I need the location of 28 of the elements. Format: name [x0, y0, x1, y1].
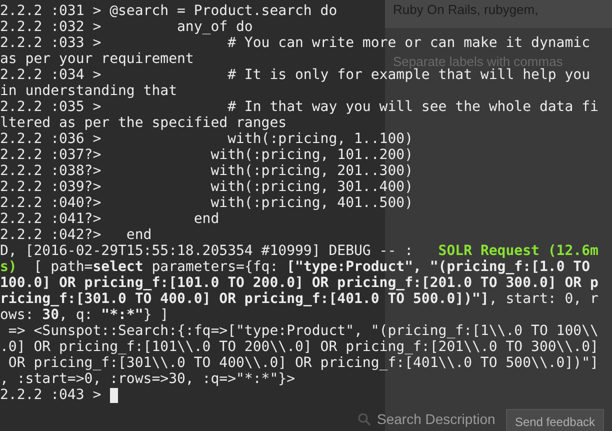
terminal-line: 2.2.2 :035 > # In that way you will see the whole data fi — [0, 99, 598, 115]
terminal-line: 2.2.2 :033 > # You can write more or can make it dynamic — [0, 35, 590, 51]
terminal-line: 2.2.2 :031 > @search = Product.search do — [0, 3, 338, 19]
terminal-line: .0] OR pricing_f:[101\\.0 TO 200\\.0] OR pricing_f:[201\\.0 TO 300\\.0] — [0, 339, 598, 355]
terminal-line: 2.2.2 :032 > any_of do — [0, 19, 253, 35]
terminal-line: 2.2.2 :040?> with(:pricing, 401..500) — [0, 195, 414, 211]
terminal-line: , :start=>0, :rows=>30, :q=>"*:*"}> — [0, 371, 296, 387]
terminal-line: D, [2016-02-29T15:55:18.205354 #10999] DEBUG -- : SOLR Request (12.6m — [0, 243, 598, 259]
terminal-line: 2.2.2 :043 > — [0, 387, 102, 403]
terminal-line: OR pricing_f:[301\\.0 TO 400\\.0] OR pricing_f:[401\\.0 TO 500\\.0])"] — [7, 355, 598, 371]
terminal-line: s) [ path=select parameters={fq: ["type:Product", "(pricing_f:[1.0 TO — [0, 259, 590, 275]
terminal-line: ltered as per the specified ranges — [0, 115, 287, 131]
send-feedback-button[interactable]: Send feedback — [506, 409, 604, 431]
terminal-line: ows: 30, q: "*:*"} ] — [0, 307, 169, 323]
terminal-line: 100.0] OR pricing_f:[101.0 TO 200.0] OR pricing_f:[201.0 TO 300.0] OR p — [0, 275, 598, 291]
terminal-line: 2.2.2 :039?> with(:pricing, 301..400) — [0, 179, 414, 195]
terminal-line: 2.2.2 :041?> end — [0, 211, 220, 227]
terminal-line: => <Sunspot::Search:{:fq=>["type:Product", "(pricing_f:[1\\.0 TO 100\\ — [7, 323, 598, 339]
terminal-line: as per your requirement — [0, 51, 194, 67]
terminal-line: ricing_f:[301.0 TO 400.0] OR pricing_f:[401.0 TO 500.0])"], start: 0, r — [0, 291, 598, 307]
terminal-line: 2.2.2 :037?> with(:pricing, 101..200) — [0, 147, 414, 163]
terminal-line: 2.2.2 :042?> end — [0, 227, 152, 243]
terminal-line: in understanding that — [0, 83, 178, 99]
search-icon — [358, 412, 371, 426]
terminal-line: 2.2.2 :034 > # It is only for example that will help you — [0, 67, 590, 83]
terminal-line: 2.2.2 :038?> with(:pricing, 201..300) — [0, 163, 414, 179]
terminal-line: 2.2.2 :036 > with(:pricing, 1..100) — [0, 131, 414, 147]
search-description-link[interactable]: Search Description — [377, 411, 496, 427]
